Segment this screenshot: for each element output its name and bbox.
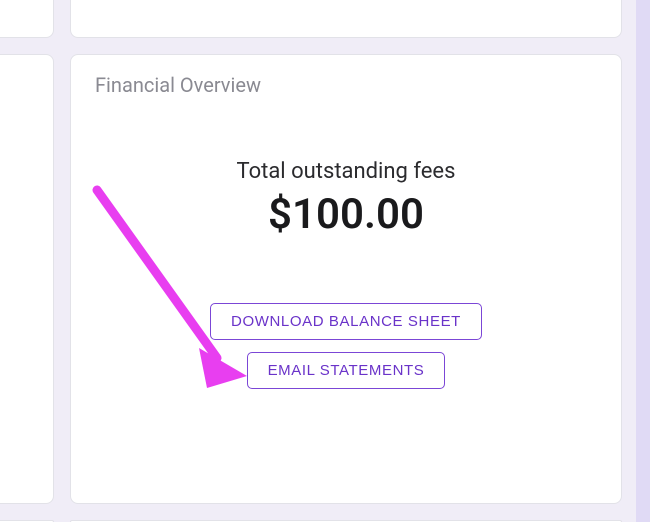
outstanding-fees-metric: Total outstanding fees $100.00 bbox=[95, 159, 597, 239]
email-statements-button[interactable]: EMAIL STATEMENTS bbox=[247, 352, 446, 389]
card-title: Financial Overview bbox=[95, 73, 597, 97]
metric-value: $100.00 bbox=[268, 190, 424, 239]
card-actions: DOWNLOAD BALANCE SHEET EMAIL STATEMENTS bbox=[95, 303, 597, 389]
card-fragment-top bbox=[70, 0, 622, 38]
sidebar-card-fragment bbox=[0, 0, 54, 38]
sidebar-card-fragment bbox=[0, 54, 54, 504]
download-balance-sheet-button[interactable]: DOWNLOAD BALANCE SHEET bbox=[210, 303, 482, 340]
metric-label: Total outstanding fees bbox=[237, 159, 456, 184]
left-sidebar-fragment bbox=[0, 0, 62, 522]
right-rail-fragment bbox=[636, 0, 650, 522]
financial-overview-card: Financial Overview Total outstanding fee… bbox=[70, 54, 622, 504]
